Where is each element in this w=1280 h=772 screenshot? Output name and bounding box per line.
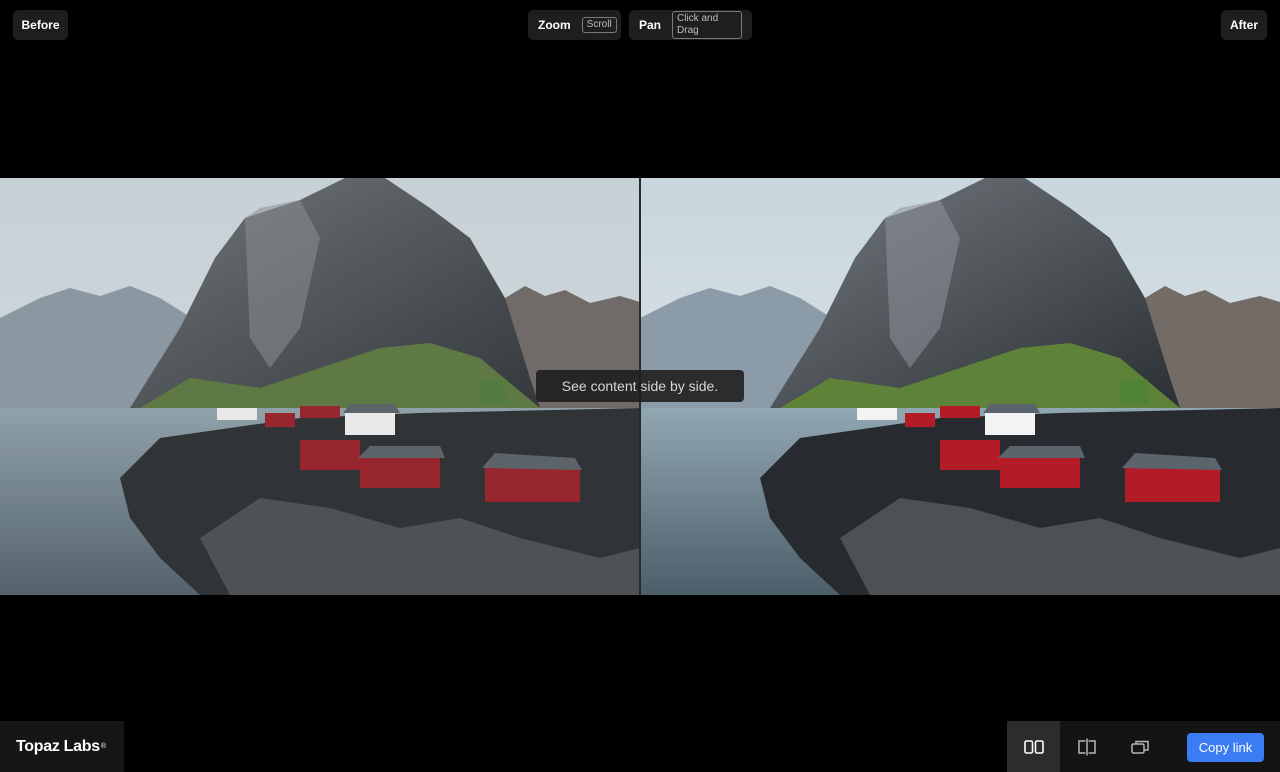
overlay-view-button[interactable] [1113,721,1166,772]
pan-hint: Pan Click and Drag [629,10,752,40]
after-label: After [1221,10,1267,40]
side-by-side-icon [1023,739,1044,754]
mode-tooltip: See content side by side. [536,370,744,402]
pan-label: Pan [639,18,662,32]
split-view-icon [1077,738,1096,755]
view-mode-toolbar: Copy link [1007,721,1280,772]
pan-hint-key: Click and Drag [672,11,742,39]
overlay-view-icon [1130,740,1149,754]
after-label-text: After [1229,18,1258,32]
copy-link-button[interactable]: Copy link [1187,733,1264,762]
split-view-button[interactable] [1060,721,1113,772]
before-label-text: Before [21,18,60,32]
comparison-viewer: Before Zoom Scroll Pan Click and Drag Af… [0,0,1280,772]
zoom-label: Zoom [538,18,571,32]
zoom-hint: Zoom Scroll [528,10,621,40]
logo-text: Topaz Labs [16,737,100,755]
zoom-hint-key: Scroll [581,17,617,33]
before-label: Before [13,10,68,40]
registered-mark: ® [100,743,106,750]
side-by-side-button[interactable] [1007,721,1060,772]
topaz-labs-logo: Topaz Labs ® [0,721,124,772]
